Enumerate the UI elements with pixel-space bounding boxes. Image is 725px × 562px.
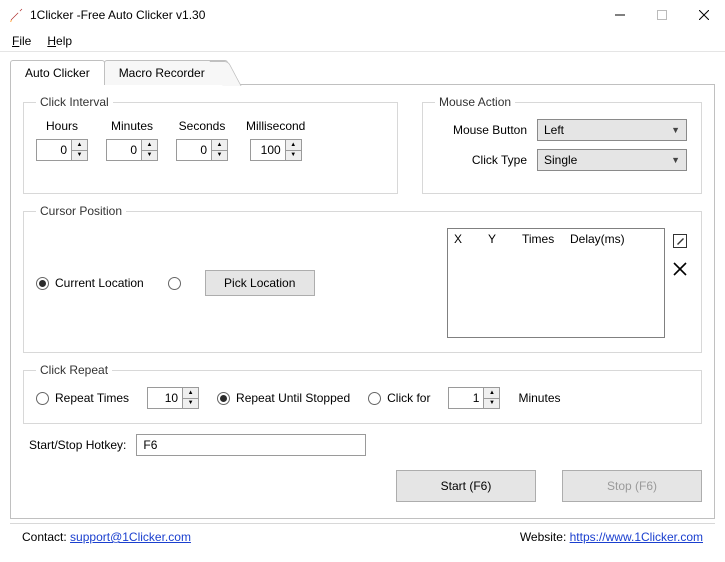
chevron-up-icon[interactable]: ▲ — [212, 140, 227, 151]
radio-dot-icon — [368, 392, 381, 405]
window-title: 1Clicker -Free Auto Clicker v1.30 — [30, 8, 599, 22]
menubar: File Help — [0, 30, 725, 52]
col-times: Times — [516, 229, 564, 251]
hours-label: Hours — [46, 119, 78, 133]
tab-panel: Click Interval Hours ▲▼ Minutes ▲▼ Secon… — [10, 84, 715, 519]
radio-repeat-until-stopped[interactable]: Repeat Until Stopped — [217, 391, 350, 405]
chevron-down-icon[interactable]: ▼ — [142, 151, 157, 161]
hotkey-label: Start/Stop Hotkey: — [29, 438, 126, 452]
titlebar: 1Clicker -Free Auto Clicker v1.30 — [0, 0, 725, 30]
seconds-spinner[interactable]: ▲▼ — [176, 139, 228, 161]
repeat-times-spinner[interactable]: ▲▼ — [147, 387, 199, 409]
mouse-action-legend: Mouse Action — [435, 95, 515, 109]
click-for-label: Click for — [387, 391, 430, 405]
chevron-down-icon: ▼ — [671, 125, 680, 135]
radio-dot-icon — [36, 392, 49, 405]
radio-click-for[interactable]: Click for — [368, 391, 430, 405]
chevron-up-icon[interactable]: ▲ — [286, 140, 301, 151]
click-type-select[interactable]: Single▼ — [537, 149, 687, 171]
group-mouse-action: Mouse Action Mouse Button Left▼ Click Ty… — [422, 95, 702, 194]
tabstrip: Auto Clicker Macro Recorder — [10, 60, 715, 85]
start-button[interactable]: Start (F6) — [396, 470, 536, 502]
group-click-repeat: Click Repeat Repeat Times ▲▼ Repeat Unti… — [23, 363, 702, 424]
cursor-position-legend: Cursor Position — [36, 204, 126, 218]
mouse-button-label: Mouse Button — [435, 123, 527, 137]
stop-button[interactable]: Stop (F6) — [562, 470, 702, 502]
tab-auto-clicker[interactable]: Auto Clicker — [10, 60, 105, 85]
chevron-down-icon[interactable]: ▼ — [183, 399, 198, 409]
click-interval-legend: Click Interval — [36, 95, 113, 109]
ms-label: Millisecond — [246, 119, 305, 133]
delete-button[interactable] — [671, 260, 689, 278]
minutes-input[interactable] — [107, 140, 141, 160]
col-x: X — [448, 229, 482, 251]
chevron-down-icon: ▼ — [671, 155, 680, 165]
radio-repeat-times[interactable]: Repeat Times — [36, 391, 129, 405]
menu-help[interactable]: Help — [41, 32, 78, 50]
seconds-label: Seconds — [179, 119, 226, 133]
click-repeat-legend: Click Repeat — [36, 363, 112, 377]
close-button[interactable] — [683, 1, 725, 29]
minimize-button[interactable] — [599, 1, 641, 29]
chevron-up-icon[interactable]: ▲ — [484, 388, 499, 399]
radio-dot-icon — [36, 277, 49, 290]
website-label: Website: — [520, 530, 566, 544]
repeat-times-label: Repeat Times — [55, 391, 129, 405]
repeat-until-label: Repeat Until Stopped — [236, 391, 350, 405]
contact-link[interactable]: support@1Clicker.com — [70, 530, 191, 544]
chevron-up-icon[interactable]: ▲ — [142, 140, 157, 151]
repeat-times-input[interactable] — [148, 388, 182, 408]
coordinates-body[interactable] — [448, 251, 664, 337]
hours-spinner[interactable]: ▲▼ — [36, 139, 88, 161]
click-for-unit: Minutes — [518, 391, 560, 405]
chevron-down-icon[interactable]: ▼ — [72, 151, 87, 161]
app-icon — [8, 7, 24, 23]
tab-macro-recorder[interactable]: Macro Recorder — [104, 60, 228, 85]
group-cursor-position: Cursor Position Current Location Pick Lo… — [23, 204, 702, 353]
pick-location-button[interactable]: Pick Location — [205, 270, 315, 296]
contact-label: Contact: — [22, 530, 67, 544]
edit-button[interactable] — [671, 232, 689, 250]
radio-pick-location[interactable] — [168, 277, 181, 290]
col-delay: Delay(ms) — [564, 229, 631, 251]
chevron-up-icon[interactable]: ▲ — [72, 140, 87, 151]
chevron-down-icon[interactable]: ▼ — [286, 151, 301, 161]
radio-dot-icon — [168, 277, 181, 290]
radio-current-location[interactable]: Current Location — [36, 276, 144, 290]
minutes-label: Minutes — [111, 119, 153, 133]
group-click-interval: Click Interval Hours ▲▼ Minutes ▲▼ Secon… — [23, 95, 398, 194]
maximize-button[interactable] — [641, 1, 683, 29]
website-link[interactable]: https://www.1Clicker.com — [570, 530, 703, 544]
hours-input[interactable] — [37, 140, 71, 160]
click-for-input[interactable] — [449, 388, 483, 408]
click-for-spinner[interactable]: ▲▼ — [448, 387, 500, 409]
menu-file[interactable]: File — [6, 32, 37, 50]
ms-spinner[interactable]: ▲▼ — [250, 139, 302, 161]
hotkey-input[interactable]: F6 — [136, 434, 366, 456]
ms-input[interactable] — [251, 140, 285, 160]
edit-icon — [672, 233, 688, 249]
chevron-down-icon[interactable]: ▼ — [484, 399, 499, 409]
mouse-button-select[interactable]: Left▼ — [537, 119, 687, 141]
col-y: Y — [482, 229, 516, 251]
radio-dot-icon — [217, 392, 230, 405]
minutes-spinner[interactable]: ▲▼ — [106, 139, 158, 161]
chevron-down-icon[interactable]: ▼ — [212, 151, 227, 161]
current-location-label: Current Location — [55, 276, 144, 290]
coordinates-list: X Y Times Delay(ms) — [447, 228, 665, 338]
click-type-label: Click Type — [435, 153, 527, 167]
chevron-up-icon[interactable]: ▲ — [183, 388, 198, 399]
close-icon — [673, 262, 687, 276]
footer: Contact: support@1Clicker.com Website: h… — [10, 523, 715, 550]
seconds-input[interactable] — [177, 140, 211, 160]
